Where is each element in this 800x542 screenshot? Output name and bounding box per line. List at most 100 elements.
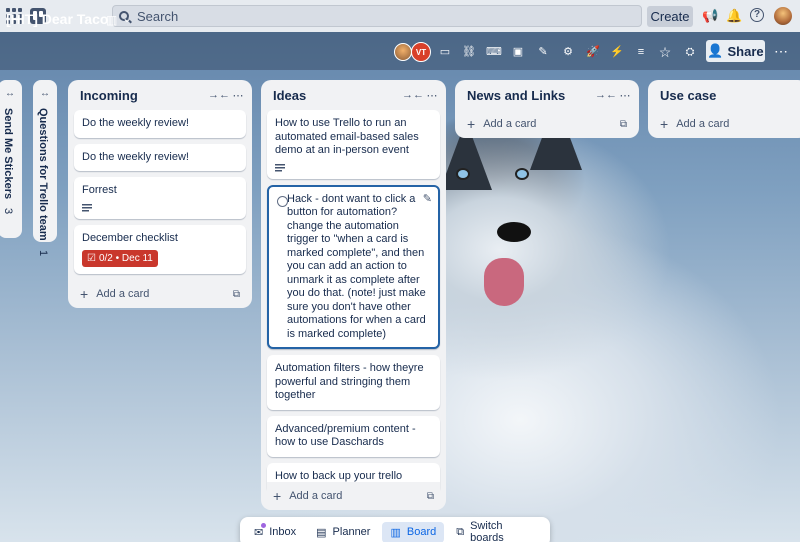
- card-title: Do the weekly review!: [82, 150, 189, 163]
- share-button[interactable]: 👤 Share: [706, 40, 765, 62]
- checklist-badge: ☑ 0/2 • Dec 11: [82, 249, 158, 267]
- board-title[interactable]: [HIT] Dear Taco: [6, 11, 108, 27]
- collapsed-list-send-me-stickers[interactable]: ↔ Send Me Stickers 3: [0, 80, 22, 238]
- card[interactable]: December checklist ☑ 0/2 • Dec 11: [74, 225, 246, 274]
- list-title[interactable]: Ideas: [273, 88, 396, 103]
- more-icon[interactable]: ⋯: [230, 89, 246, 102]
- megaphone-icon[interactable]: 📢: [702, 8, 718, 24]
- nav-inbox-label: Inbox: [269, 526, 297, 538]
- list-title[interactable]: News and Links: [467, 88, 589, 103]
- edit-card-icon[interactable]: ✎: [423, 193, 432, 207]
- list-header: Ideas →← ⋯: [267, 80, 440, 110]
- complete-checkbox[interactable]: [277, 195, 288, 207]
- nav-switch-boards[interactable]: ⧉ Switch boards: [448, 516, 544, 542]
- card[interactable]: Forrest: [74, 177, 246, 219]
- plus-icon: +: [80, 286, 89, 302]
- add-card-label: Add a card: [96, 288, 150, 300]
- collapse-icon[interactable]: →←: [595, 89, 617, 101]
- automation-icon[interactable]: ⚡: [609, 44, 625, 60]
- card-title: Do the weekly review!: [82, 117, 189, 129]
- power-ups-icon[interactable]: 🚀: [585, 44, 601, 60]
- template-icon[interactable]: ⧉: [233, 289, 240, 300]
- nav-switch-label: Switch boards: [470, 520, 504, 542]
- expand-icon[interactable]: ↔: [0, 88, 22, 99]
- card-selected[interactable]: ✎ Hack - dont want to click a button for…: [267, 184, 440, 349]
- card[interactable]: Automation filters - how theyre powerful…: [267, 355, 440, 410]
- more-icon[interactable]: ⋯: [617, 89, 633, 102]
- description-icon: [275, 163, 285, 172]
- board-icon: ▥: [390, 526, 401, 539]
- background-image-detail: [456, 168, 470, 180]
- switch-boards-icon: ⧉: [456, 525, 465, 538]
- list-title[interactable]: Incoming: [80, 88, 202, 103]
- bell-icon[interactable]: 🔔: [726, 8, 742, 24]
- inbox-icon: ✉: [254, 522, 267, 539]
- create-button[interactable]: Create: [647, 6, 693, 27]
- nav-inbox[interactable]: ✉ Inbox: [246, 522, 304, 542]
- member-avatar-initials[interactable]: VT: [411, 42, 431, 62]
- collapsed-list-count: 3: [2, 208, 14, 215]
- list-ideas: Ideas →← ⋯ How to use Trello to run an a…: [261, 80, 446, 510]
- add-card-label: Add a card: [676, 118, 730, 130]
- background-image-detail: [515, 168, 529, 180]
- add-card-label: Add a card: [483, 118, 537, 130]
- filter-icon[interactable]: ≡: [633, 44, 649, 60]
- background-image-detail: [497, 222, 531, 242]
- edit-icon[interactable]: ✎: [535, 44, 551, 60]
- template-icon[interactable]: ⧉: [427, 491, 434, 502]
- chevron-down-icon[interactable]: ⌄: [122, 11, 132, 25]
- more-icon[interactable]: ⋯: [424, 89, 440, 102]
- add-card-button[interactable]: + Add a card: [654, 110, 800, 138]
- add-card-label: Add a card: [289, 490, 343, 502]
- bottom-navigation: ✉ Inbox ▤ Planner ▥ Board ⧉ Switch board…: [240, 517, 550, 542]
- help-icon[interactable]: ?: [750, 8, 764, 22]
- search-input[interactable]: Search: [112, 5, 642, 27]
- nav-board-label: Board: [406, 526, 437, 538]
- more-icon[interactable]: ⋯: [774, 43, 788, 60]
- checklist-badge-text: 0/2 • Dec 11: [98, 252, 153, 264]
- card[interactable]: Do the weekly review!: [74, 110, 246, 138]
- card[interactable]: Do the weekly review!: [74, 143, 246, 171]
- list-use-case: Use case + Add a card: [648, 80, 800, 138]
- sticker-icon[interactable]: ▣: [510, 44, 526, 60]
- star-icon[interactable]: ☆: [657, 44, 673, 60]
- card-title: Forrest: [82, 184, 117, 196]
- list-news-and-links: News and Links →← ⋯ + Add a card ⧉: [455, 80, 639, 138]
- card-title: Automation filters - how theyre powerful…: [275, 362, 424, 401]
- add-card-button[interactable]: + Add a card ⧉: [74, 280, 246, 308]
- expand-icon[interactable]: ↔: [33, 88, 57, 99]
- search-placeholder: Search: [137, 8, 179, 24]
- card-title: Advanced/premium content - how to use Da…: [275, 422, 416, 449]
- card-title: How to use Trello to run an automated em…: [275, 117, 419, 156]
- settings-icon[interactable]: ⚙: [560, 44, 576, 60]
- list-header: Use case: [654, 80, 800, 110]
- share-label: Share: [727, 43, 764, 59]
- collapsed-list-questions[interactable]: ↔ Questions for Trello team 1: [33, 80, 57, 256]
- board-view-icon[interactable]: ▥: [106, 13, 117, 27]
- keyboard-icon[interactable]: ⌨: [486, 44, 502, 60]
- description-icon: [82, 203, 92, 212]
- notification-dot: [261, 522, 267, 528]
- card-icon[interactable]: ▭: [437, 44, 453, 60]
- add-card-button[interactable]: + Add a card ⧉: [461, 110, 633, 138]
- add-card-button[interactable]: + Add a card ⧉: [267, 482, 440, 510]
- list-title[interactable]: Use case: [660, 88, 800, 103]
- link-icon[interactable]: ⛓: [461, 44, 477, 60]
- list-incoming: Incoming →← ⋯ Do the weekly review! Do t…: [68, 80, 252, 308]
- plus-icon: +: [660, 116, 669, 132]
- member-avatar[interactable]: [394, 43, 412, 61]
- collapse-icon[interactable]: →←: [208, 89, 230, 101]
- user-avatar[interactable]: [774, 7, 792, 25]
- collapsed-list-title: Questions for Trello team: [37, 108, 49, 241]
- nav-board[interactable]: ▥ Board: [382, 521, 445, 542]
- card-title: December checklist: [82, 232, 178, 244]
- nav-planner[interactable]: ▤ Planner: [308, 522, 378, 542]
- card-title: Hack - dont want to click a button for a…: [287, 192, 426, 340]
- background-image-detail: [484, 258, 524, 306]
- list-header: News and Links →← ⋯: [461, 80, 633, 110]
- card[interactable]: Advanced/premium content - how to use Da…: [267, 415, 440, 457]
- collapse-icon[interactable]: →←: [402, 89, 424, 101]
- template-icon[interactable]: ⧉: [620, 119, 627, 130]
- card[interactable]: How to use Trello to run an automated em…: [267, 110, 440, 179]
- visibility-icon[interactable]: ⛭: [682, 44, 698, 60]
